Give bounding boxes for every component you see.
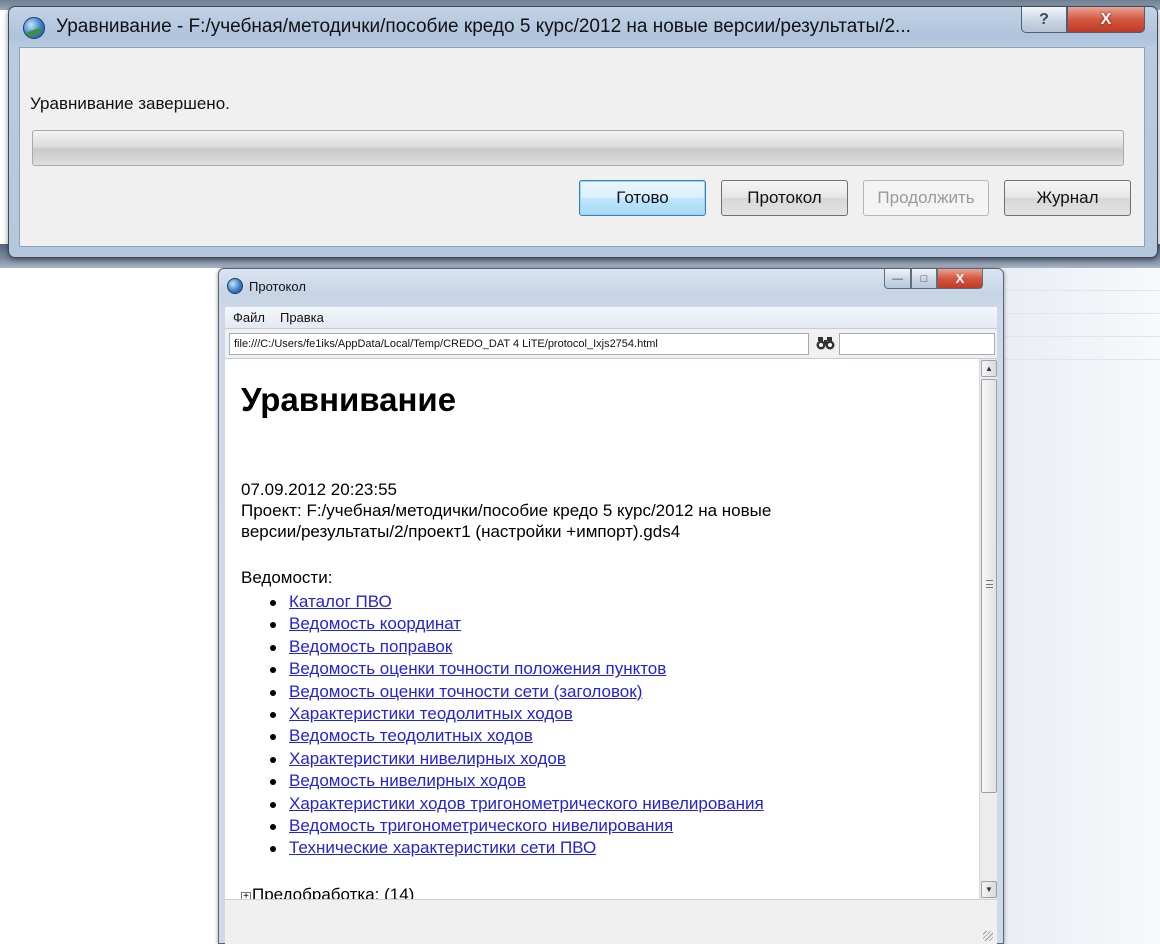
link-coordinates[interactable]: Ведомость координат (289, 614, 461, 633)
link-catalog[interactable]: Каталог ПВО (289, 592, 392, 611)
list-item: Ведомость нивелирных ходов (241, 770, 764, 792)
protocol-window-title: Протокол (249, 279, 306, 294)
address-toolbar: file:///C:/Users/fe1iks/AppData/Local/Te… (225, 329, 997, 359)
status-message: Уравнивание завершено. (30, 94, 230, 113)
dialog-titlebar[interactable]: Уравнивание - F:/учебная/методички/пособ… (9, 7, 1157, 43)
timestamp: 07.09.2012 20:23:55 (241, 480, 397, 499)
list-item: Ведомость координат (241, 613, 764, 635)
menu-edit[interactable]: Правка (272, 310, 331, 325)
expand-icon[interactable]: + (241, 892, 251, 899)
maximize-button[interactable]: □ (911, 269, 937, 289)
scroll-thumb[interactable] (981, 379, 997, 793)
help-button[interactable]: ? (1021, 7, 1067, 33)
menu-bar: Файл Правка (225, 307, 997, 329)
list-item: Каталог ПВО (241, 591, 764, 613)
vertical-scrollbar[interactable]: ▲ ▼ (979, 359, 997, 899)
background-left-area (0, 268, 218, 944)
progress-bar (32, 130, 1124, 166)
status-bar (225, 899, 997, 944)
minimize-button[interactable]: — (884, 269, 911, 289)
list-item: Характеристики ходов тригонометрического… (241, 793, 764, 815)
done-button[interactable]: Готово (579, 180, 706, 216)
scroll-down-icon[interactable]: ▼ (981, 881, 997, 898)
preprocessing-section[interactable]: + Предобработка: (14) (241, 885, 414, 899)
list-item: Ведомость тригонометрического нивелирова… (241, 815, 764, 837)
dialog-close-button[interactable]: X (1067, 7, 1145, 33)
list-item: Ведомость поправок (241, 636, 764, 658)
page-title: Уравнивание (241, 381, 457, 418)
adjustment-dialog: Уравнивание - F:/учебная/методички/пособ… (8, 6, 1158, 258)
project-path-line2: версии/результаты/2/проект1 (настройки +… (241, 522, 681, 541)
list-item: Ведомость теодолитных ходов (241, 725, 764, 747)
window-close-button[interactable]: X (937, 269, 983, 289)
list-item: Ведомость оценки точности сети (заголово… (241, 681, 764, 703)
statements-list: Каталог ПВО Ведомость координат Ведомост… (241, 591, 764, 860)
list-item: Характеристики теодолитных ходов (241, 703, 764, 725)
statements-label: Ведомости: (241, 568, 333, 587)
protocol-window: Протокол — □ X Файл Правка file:///C:/Us… (218, 268, 1004, 944)
resize-grip-icon[interactable] (983, 931, 993, 941)
dialog-body: Уравнивание завершено. Готово Протокол П… (19, 47, 1145, 247)
preprocessing-label: Предобработка: (14) (252, 885, 415, 899)
link-theodolite-characteristics[interactable]: Характеристики теодолитных ходов (289, 704, 573, 723)
link-point-accuracy[interactable]: Ведомость оценки точности положения пунк… (289, 659, 666, 678)
list-item: Технические характеристики сети ПВО (241, 837, 764, 859)
link-network-accuracy[interactable]: Ведомость оценки точности сети (заголово… (289, 682, 642, 701)
find-input[interactable] (839, 333, 995, 355)
link-leveling-statement[interactable]: Ведомость нивелирных ходов (289, 771, 526, 790)
link-corrections[interactable]: Ведомость поправок (289, 637, 452, 656)
link-trig-leveling-statement[interactable]: Ведомость тригонометрического нивелирова… (289, 816, 673, 835)
address-field[interactable]: file:///C:/Users/fe1iks/AppData/Local/Te… (229, 333, 809, 355)
scroll-up-icon[interactable]: ▲ (981, 360, 997, 377)
list-item: Ведомость оценки точности положения пунк… (241, 658, 764, 680)
link-leveling-characteristics[interactable]: Характеристики нивелирных ходов (289, 749, 566, 768)
protocol-document: Уравнивание 07.09.2012 20:23:55 Проект: … (225, 359, 979, 899)
journal-button[interactable]: Журнал (1004, 180, 1131, 216)
list-item: Характеристики нивелирных ходов (241, 748, 764, 770)
project-path-line1: Проект: F:/учебная/методички/пособие кре… (241, 501, 772, 520)
link-trig-leveling-characteristics[interactable]: Характеристики ходов тригонометрического… (289, 794, 764, 813)
link-theodolite-statement[interactable]: Ведомость теодолитных ходов (289, 726, 533, 745)
menu-file[interactable]: Файл (225, 310, 272, 325)
app-globe-icon (227, 278, 243, 294)
continue-button[interactable]: Продолжить (863, 180, 989, 216)
link-network-specs[interactable]: Технические характеристики сети ПВО (289, 838, 596, 857)
background-right-area (1004, 268, 1160, 944)
app-globe-icon (23, 17, 45, 39)
dialog-title: Уравнивание - F:/учебная/методички/пособ… (56, 16, 911, 37)
protocol-button[interactable]: Протокол (721, 180, 848, 216)
binoculars-icon[interactable] (815, 335, 837, 353)
